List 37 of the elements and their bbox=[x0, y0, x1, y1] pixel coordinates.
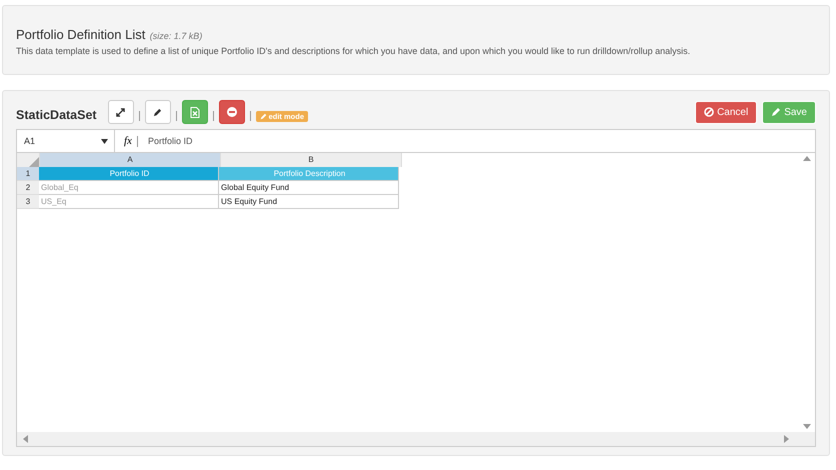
table-cell: US_Eq bbox=[39, 195, 219, 209]
column-header[interactable]: A bbox=[40, 153, 221, 167]
dataset-title: StaticDataSet bbox=[16, 108, 97, 122]
row-header[interactable]: 1 bbox=[17, 167, 39, 181]
expand-icon bbox=[116, 108, 126, 116]
cancel-button[interactable]: Cancel bbox=[695, 100, 758, 124]
spreadsheet-file-icon bbox=[190, 106, 200, 118]
name-box[interactable]: A1 bbox=[17, 136, 94, 146]
formula-field[interactable]: Portfolio ID bbox=[138, 136, 192, 146]
scroll-up-icon[interactable] bbox=[802, 156, 810, 161]
column-title-cell: Portfolio Description bbox=[219, 167, 399, 181]
row-header[interactable]: 3 bbox=[17, 195, 39, 209]
edit-button[interactable] bbox=[144, 100, 171, 124]
pencil-icon bbox=[153, 108, 162, 116]
column-title-cell: Portfolio ID bbox=[39, 167, 219, 181]
scroll-left-icon[interactable] bbox=[23, 435, 28, 443]
expand-button[interactable] bbox=[108, 100, 134, 124]
file-size: (size: 1.7 kB) bbox=[150, 31, 202, 41]
pencil-icon bbox=[260, 112, 267, 120]
caret-icon bbox=[100, 138, 108, 144]
page-description: This data template is used to define a list of unique Portfolio ID's and descriptions for which you have data, and upon which you would like to run drilldown/rollup analysis. bbox=[16, 46, 692, 56]
column-header[interactable]: B bbox=[221, 153, 402, 167]
scroll-down-icon[interactable] bbox=[802, 424, 810, 429]
row-header[interactable]: 2 bbox=[17, 181, 39, 195]
ban-icon bbox=[704, 107, 714, 117]
excel-button[interactable] bbox=[182, 100, 208, 124]
minus-circle-icon bbox=[226, 107, 237, 117]
page-title: Portfolio Definition List bbox=[16, 27, 146, 42]
function-label: fx bbox=[115, 136, 138, 146]
horizontal-scrollbar[interactable] bbox=[17, 432, 815, 446]
pencil-icon bbox=[771, 107, 782, 117]
remove-button[interactable] bbox=[218, 100, 245, 124]
table-cell: Global_Eq bbox=[39, 181, 219, 195]
table-cell: US Equity Fund bbox=[219, 195, 399, 209]
scroll-right-icon[interactable] bbox=[784, 435, 789, 443]
triangle-icon bbox=[29, 157, 39, 167]
table-cell: Global Equity Fund bbox=[219, 181, 399, 195]
